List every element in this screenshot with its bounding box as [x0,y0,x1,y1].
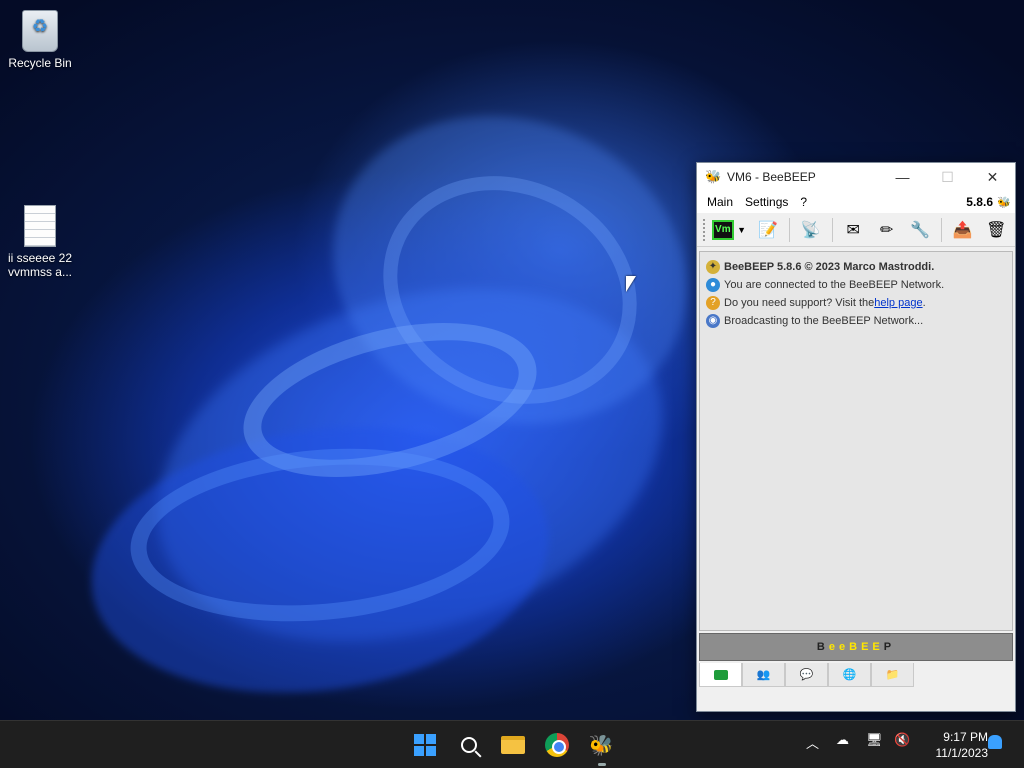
start-icon[interactable] [410,730,440,760]
text-file-desktop-icon[interactable]: ii sseeee 22 vvmmss a... [2,205,78,279]
chevron-up-icon[interactable]: ︿ [806,733,819,752]
network-icon[interactable]: 📡 [796,217,826,243]
upload-icon[interactable]: 📤 [948,217,978,243]
beebeep-brand-bar: B e e B E E P [699,633,1013,661]
close-button[interactable]: ✕ [970,163,1015,191]
beebeep-icon[interactable]: 🐝 [586,730,616,760]
tools-icon[interactable]: 🔧 [906,217,936,243]
taskbar: 🐝 ︿ ☁ 🖥 🔇 9:17 PM 11/1/2023 [0,720,1024,768]
desktop-icon-label: ii sseeee 22 vvmmss a... [7,251,73,279]
bottom-tabs: 👥 💬 🌐 📁 [699,663,914,687]
message-icon[interactable]: ✉ [838,217,868,243]
chat-line: ◉ Broadcasting to the BeeBEEP Network... [706,312,1006,330]
write-icon[interactable]: ✏ [872,217,902,243]
help-page-link[interactable]: help page [874,297,922,309]
minimize-button[interactable]: — [880,163,925,191]
desktop-icon-label: Recycle Bin [8,56,72,70]
text-document-icon [24,205,56,247]
chat-line: ● You are connected to the BeeBEEP Netwo… [706,276,1006,294]
network-connected-icon: ● [706,278,720,292]
brand-letter: B [849,641,862,653]
version-label: 5.8.6 [966,195,993,209]
chat-line-text: You are connected to the BeeBEEP Network… [724,279,945,291]
toolbar-separator [831,217,833,242]
chat-log[interactable]: ✦ BeeBEEP 5.8.6 © 2023 Marco Mastroddi. … [699,251,1013,631]
bee-icon: 🐝 [705,169,722,184]
volume-muted-icon[interactable]: 🔇 [894,733,910,748]
users-tab-icon[interactable]: 👥 [742,663,785,687]
brand-letter: E [861,641,873,653]
chevron-down-icon[interactable]: ▼ [736,217,748,243]
help-icon: ? [706,296,720,310]
chat-line: ✦ BeeBEEP 5.8.6 © 2023 Marco Mastroddi. [706,258,1006,276]
beebeep-window: 🐝 VM6 - BeeBEEP — ☐ ✕ Main Settings ? 5.… [696,162,1016,712]
file-explorer-icon[interactable] [498,730,528,760]
clock-time: 9:17 PM [943,730,988,744]
files-tab-icon[interactable]: 📁 [871,663,914,687]
toolbar: Vm ▼ 📝 📡 ✉ ✏ 🔧 📤 🗑 [697,213,1015,247]
chat-line-text: Broadcasting to the BeeBEEP Network... [724,315,924,327]
vm-status-button[interactable]: Vm [711,219,734,240]
edit-profile-icon[interactable]: 📝 [753,217,783,243]
network-icon[interactable]: 🖥 [866,733,883,748]
trash-icon[interactable]: 🗑 [982,217,1012,243]
chat-line-text: BeeBEEP 5.8.6 © 2023 Marco Mastroddi. [724,261,935,273]
window-titlebar[interactable]: 🐝 VM6 - BeeBEEP — ☐ ✕ [697,163,1015,191]
toolbar-separator [941,217,943,242]
groups-tab-icon[interactable]: 💬 [785,663,828,687]
notification-bell-icon[interactable] [988,735,1002,749]
search-icon[interactable] [454,730,484,760]
brand-letter: e [828,641,839,653]
maximize-button[interactable]: ☐ [925,163,970,191]
chat-line-text: . [922,297,926,309]
chat-line: ? Do you need support? Visit the help pa… [706,294,1006,312]
brand-letter: P [883,641,896,653]
bee-icon: ✦ [706,260,720,274]
recycle-bin-icon [22,10,58,52]
window-title: VM6 - BeeBEEP [727,170,816,184]
chrome-icon[interactable] [542,730,572,760]
onedrive-icon[interactable]: ☁ [836,733,849,748]
brand-letter: e [838,641,850,653]
toolbar-grip[interactable] [703,218,706,241]
bee-icon: 🐝 [997,196,1011,209]
broadcast-icon: ◉ [706,314,720,328]
recycle-bin-desktop-icon[interactable]: Recycle Bin [2,10,78,70]
menu-help[interactable]: ? [800,195,807,209]
taskbar-clock[interactable]: 9:17 PM 11/1/2023 [918,729,989,761]
menu-settings[interactable]: Settings [745,195,788,209]
clock-date: 11/1/2023 [935,746,989,760]
menu-bar: Main Settings ? 5.8.6 🐝 [697,191,1015,213]
running-indicator [598,763,606,766]
toolbar-separator [789,217,790,242]
mouse-pointer-icon [626,276,636,292]
chat-line-text: Do you need support? Visit the [724,297,875,309]
network-tab-icon[interactable]: 🌐 [828,663,871,687]
chat-tab-icon[interactable] [699,663,742,687]
brand-letter: B [816,641,829,653]
menu-main[interactable]: Main [707,195,733,209]
brand-letter: E [872,641,884,653]
